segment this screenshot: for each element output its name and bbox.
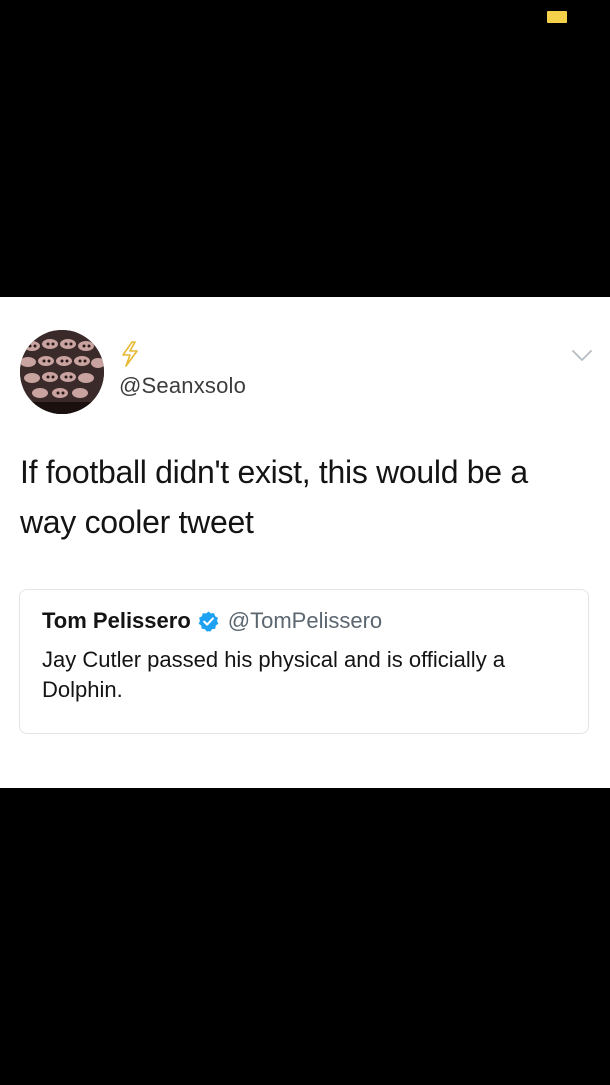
quoted-tweet-text: Jay Cutler passed his physical and is of… [42, 647, 506, 702]
tweet-card: @Seanxsolo If football didn't exist, thi… [0, 297, 610, 788]
top-black-area [0, 0, 610, 297]
battery-icon [547, 11, 567, 23]
quoted-author-handle[interactable]: @TomPelissero [228, 608, 382, 634]
avatar[interactable] [20, 330, 104, 414]
tweet-text: If football didn't exist, this would be … [20, 454, 528, 540]
verified-badge-icon [197, 610, 220, 633]
author-handle[interactable]: @Seanxsolo [119, 373, 246, 399]
quoted-tweet[interactable]: Tom Pelissero @TomPelissero Jay Cutler p… [19, 589, 589, 734]
bottom-black-area [0, 788, 610, 1085]
quoted-author-name[interactable]: Tom Pelissero [42, 608, 191, 634]
lightning-bolt-icon [119, 341, 141, 367]
chevron-down-icon[interactable] [571, 349, 593, 363]
quoted-tweet-header: Tom Pelissero @TomPelissero [42, 608, 382, 634]
